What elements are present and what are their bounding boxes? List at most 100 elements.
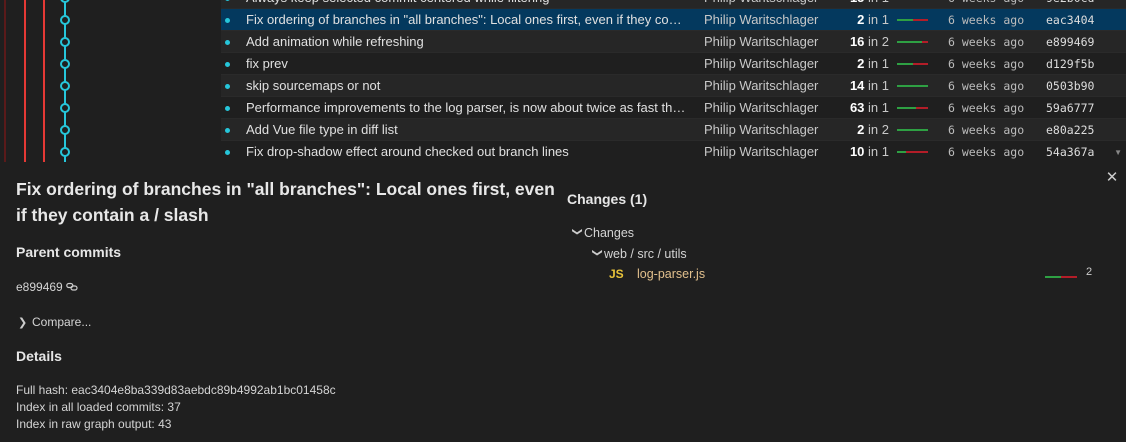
commit-stats: 10 in 1 (821, 141, 889, 162)
commit-row[interactable]: fix prev Philip Waritschlager 2 in 16 week… (221, 53, 1126, 75)
commit-node (60, 103, 70, 113)
file-name[interactable]: log-parser.js (637, 267, 705, 281)
chevron-right-icon: ❯ (18, 317, 28, 329)
commit-subject: Add animation while refreshing (246, 34, 424, 49)
change-bar (897, 41, 928, 43)
parent-commit-hash[interactable]: e899469 (16, 280, 63, 294)
close-icon[interactable]: ✕ (1104, 170, 1120, 186)
commit-date: 6 weeks ago (948, 123, 1025, 137)
commit-author: Philip Waritschlager (704, 12, 819, 27)
commit-author: Philip Waritschlager (704, 56, 819, 71)
commit-info: Full hash: eac3404e8ba339d83aebdc89b4992… (16, 382, 336, 433)
commit-bullet (225, 128, 230, 133)
link-icon[interactable] (65, 281, 78, 295)
file-count: in 1 (868, 12, 889, 27)
parent-commits-heading: Parent commits (16, 244, 122, 260)
commit-hash: 0503b90 (1046, 79, 1095, 93)
change-bar (897, 107, 928, 109)
file-change-bar (1045, 276, 1077, 278)
full-hash: Full hash: eac3404e8ba339d83aebdc89b4992… (16, 383, 336, 397)
changed-file-row[interactable]: JS log-parser.js 2 (605, 266, 1105, 286)
commit-author: Philip Waritschlager (704, 144, 819, 159)
commit-row[interactable]: Add Vue file type in diff list Philip War… (221, 119, 1126, 141)
commit-hash: 59a6777 (1046, 101, 1095, 115)
folder-toggle[interactable]: ❯ web / src / utils (590, 247, 687, 261)
commit-hash: e80a225 (1046, 123, 1095, 137)
commit-hash: e899469 (1046, 35, 1095, 49)
commit-date: 6 weeks ago (948, 145, 1025, 159)
commit-date: 6 weeks ago (948, 35, 1025, 49)
file-count: in 1 (868, 100, 889, 115)
commit-bullet (225, 0, 230, 1)
commit-date: 6 weeks ago (948, 101, 1025, 115)
commit-stats: 2 in 1 (821, 53, 889, 75)
commit-row[interactable]: Always keep selected commit centered whi… (221, 0, 1126, 9)
commit-author: Philip Waritschlager (704, 122, 819, 137)
commit-date: 6 weeks ago (948, 57, 1025, 71)
change-count: 63 (849, 100, 865, 115)
commit-subject: Always keep selected commit centered whi… (246, 0, 686, 9)
commit-bullet (225, 62, 230, 67)
commit-bullet (225, 84, 230, 89)
commit-row[interactable]: Performance improvements to the log pars… (221, 97, 1126, 119)
chevron-down-icon: ❯ (591, 248, 603, 257)
commit-bullet (225, 150, 230, 155)
file-count: in 2 (868, 34, 889, 49)
changes-group-label: Changes (584, 226, 635, 240)
commit-author: Philip Waritschlager (704, 78, 819, 93)
file-count: in 2 (868, 122, 889, 137)
commit-hash: 9e2b0cd (1046, 0, 1094, 9)
compare-toggle[interactable]: ❯ Compare... (18, 315, 91, 329)
commit-bullet (225, 40, 230, 45)
commit-date: 6 weeks ago (948, 0, 1024, 9)
change-count: 16 (849, 34, 865, 49)
change-count: 10 (849, 144, 865, 159)
commit-stats: 14 in 1 (821, 75, 889, 97)
change-bar (897, 129, 928, 131)
commit-node (60, 147, 70, 157)
commit-author: Philip Waritschlager (704, 0, 834, 9)
commit-node (60, 59, 70, 69)
folder-label: web / src / utils (604, 247, 687, 261)
commit-stats: 16 in 2 (821, 31, 889, 53)
commit-hash: d129f5b (1046, 57, 1095, 71)
file-count: in 1 (868, 0, 889, 5)
details-heading: Details (16, 348, 62, 364)
commit-subject: Fix ordering of branches in "all branche… (246, 12, 686, 27)
commit-node (60, 125, 70, 135)
commit-subject: Add Vue file type in diff list (246, 122, 398, 137)
commit-stats: 2 in 1 (821, 9, 889, 31)
commit-hash: 54a367a (1046, 145, 1095, 159)
change-bar (897, 63, 928, 65)
file-change-count: 2 (1086, 266, 1093, 278)
commit-stats: 15 in 1 (821, 0, 889, 9)
parent-commit[interactable]: e899469 (16, 280, 78, 295)
commit-row[interactable]: skip sourcemaps or not Philip Waritschlag… (221, 75, 1126, 97)
commit-stats: 63 in 1 (821, 97, 889, 119)
branch-graph (4, 0, 70, 162)
commit-row[interactable]: Fix ordering of branches in "all branche… (221, 9, 1126, 31)
commit-subject: skip sourcemaps or not (246, 78, 381, 93)
change-count: 2 (857, 122, 865, 137)
commit-row[interactable]: Add animation while refreshing Philip War… (221, 31, 1126, 53)
change-count: 2 (857, 12, 865, 27)
commit-node (60, 0, 70, 3)
scroll-down-icon[interactable]: ▼ (1114, 148, 1122, 157)
commit-title: Fix ordering of branches in "all branche… (16, 179, 555, 225)
commit-subject: Fix drop-shadow effect around checked ou… (246, 144, 569, 159)
commit-hash: eac3404 (1046, 13, 1095, 27)
changes-group-toggle[interactable]: ❯ Changes (570, 226, 635, 240)
commit-node (60, 37, 70, 47)
index-loaded-commits: Index in all loaded commits: 37 (16, 400, 181, 414)
commit-bullet (225, 18, 230, 23)
commit-date: 6 weeks ago (948, 79, 1025, 93)
chevron-down-icon: ❯ (571, 227, 583, 236)
commit-date: 6 weeks ago (948, 13, 1025, 27)
commit-list: Always keep selected commit centered whi… (0, 0, 1126, 162)
commit-stats: 2 in 2 (821, 119, 889, 141)
change-count: 14 (849, 78, 865, 93)
file-count: in 1 (868, 78, 889, 93)
commit-row[interactable]: Fix drop-shadow effect around checked ou… (221, 141, 1126, 162)
file-count: in 1 (868, 56, 889, 71)
changes-heading: Changes (1) (567, 191, 648, 207)
